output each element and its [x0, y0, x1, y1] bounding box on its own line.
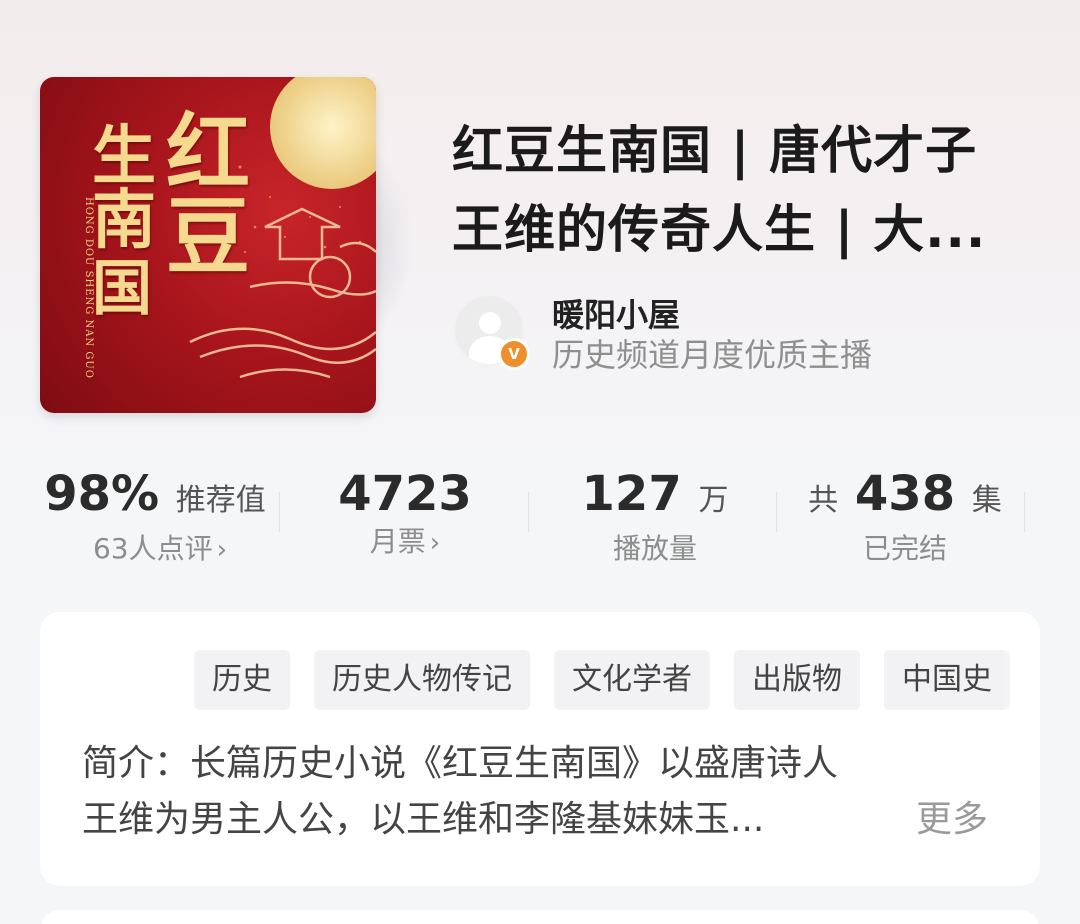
tag-cultural-scholar[interactable]: 文化学者	[554, 650, 710, 710]
tag-list[interactable]: 历史 历史人物传记 文化学者 出版物 中国史	[194, 650, 1040, 712]
stat-divider	[279, 492, 280, 532]
avatar-head-icon	[479, 312, 501, 334]
author-description: 历史频道月度优质主播	[552, 336, 873, 374]
more-button[interactable]: 更多	[916, 792, 988, 848]
plays-stat: 127 万 播放量	[540, 466, 770, 565]
cover-title-left-column: 生 南 国	[92, 119, 172, 324]
book-title-line: 王维的传奇人生 | 大...	[452, 201, 987, 260]
book-title-line: 红豆生南国 | 唐代才子	[452, 122, 978, 181]
episodes-count: 438	[854, 466, 956, 522]
stat-divider	[776, 492, 777, 532]
cover-char: 生	[92, 119, 156, 194]
plays-value-row: 127 万	[540, 466, 770, 529]
next-card	[40, 910, 1040, 924]
intro-line: 简介：长篇历史小说《红豆生南国》以盛唐诗人	[82, 743, 839, 784]
recommend-value: 98%	[44, 466, 160, 522]
cover-char: 南	[92, 183, 156, 258]
cover-title-right-column: 红 豆	[166, 111, 262, 279]
book-cover[interactable]: HONG DOU SHENG NAN GUO 生 南 国 红 豆	[40, 77, 376, 413]
episodes-stat: 共 438 集 已完结	[790, 466, 1020, 565]
monthly-votes-stat[interactable]: 4723 月票 ›	[290, 466, 520, 562]
cover-char: 红	[166, 103, 251, 202]
review-count-link[interactable]: 63人点评 ›	[40, 529, 270, 570]
cover-char: 豆	[166, 187, 251, 286]
tag-list-fade	[1000, 650, 1040, 712]
intro-card: 历史 历史人物传记 文化学者 出版物 中国史 简介：长篇历史小说《红豆生南国》以盛唐诗人…	[40, 612, 1040, 886]
book-intro: 简介：长篇历史小说《红豆生南国》以盛唐诗人 王维为男主人公，以王维和李隆基妹妹玉…	[82, 736, 982, 848]
plays-number: 127	[581, 466, 682, 522]
chevron-right-icon: ›	[429, 528, 441, 558]
chevron-right-icon: ›	[216, 535, 228, 565]
recommend-value-row: 98% 推荐值	[40, 466, 270, 529]
episodes-value-row: 共 438 集	[790, 466, 1020, 529]
plays-unit: 万	[698, 483, 729, 518]
cover-char: 国	[92, 254, 152, 324]
intro-line: 王维为男主人公，以王维和李隆基妹妹玉...	[82, 799, 765, 840]
recommend-label: 推荐值	[175, 483, 266, 518]
tag-history[interactable]: 历史	[194, 650, 290, 710]
monthly-votes-link[interactable]: 月票 ›	[290, 522, 520, 563]
episodes-unit: 集	[971, 483, 1002, 518]
plays-label: 播放量	[612, 532, 697, 565]
tag-chinese-history[interactable]: 中国史	[884, 650, 1010, 710]
tag-biography[interactable]: 历史人物传记	[314, 650, 530, 710]
review-count: 63人点评	[92, 532, 213, 565]
completion-status: 已完结	[862, 532, 947, 565]
tag-publication[interactable]: 出版物	[734, 650, 860, 710]
book-title: 红豆生南国 | 唐代才子 王维的传奇人生 | 大...	[452, 112, 1042, 270]
stat-divider	[1024, 492, 1025, 532]
monthly-votes: 4723	[338, 466, 472, 522]
episodes-prefix: 共	[808, 483, 839, 518]
cover-pinyin: HONG DOU SHENG NAN GUO	[83, 197, 94, 379]
monthly-votes-label: 月票	[369, 525, 426, 558]
verified-badge-icon: V	[498, 338, 530, 370]
recommend-stat[interactable]: 98% 推荐值 63人点评 ›	[40, 466, 270, 565]
stat-divider	[528, 492, 529, 532]
